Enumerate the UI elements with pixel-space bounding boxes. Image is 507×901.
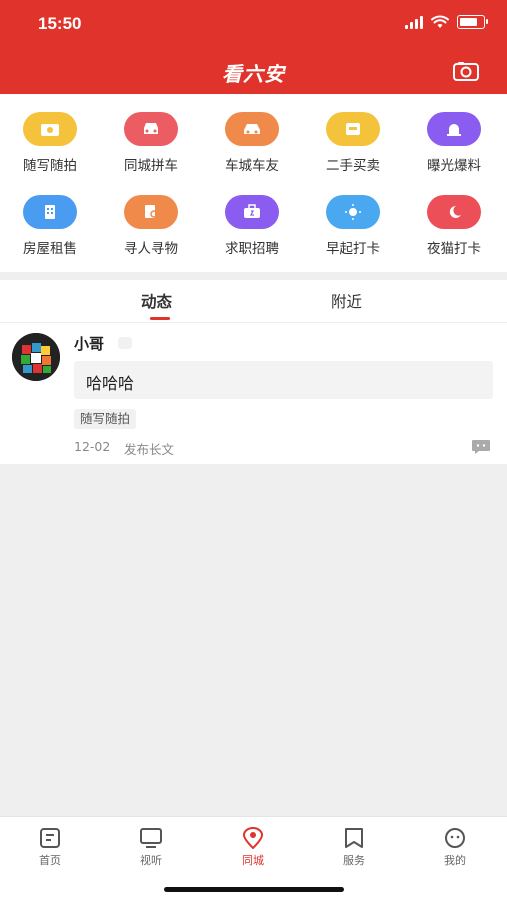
nav-label: 视听 — [140, 854, 162, 867]
tab-fujin[interactable]: 附近 — [331, 290, 362, 312]
nav-wode[interactable]: 我的 — [425, 827, 485, 868]
home-doc-icon — [40, 828, 60, 848]
category-label: 求职招聘 — [225, 241, 279, 257]
tab-active-indicator — [150, 317, 170, 320]
alarm-icon — [427, 112, 481, 146]
category-ershou-maimai[interactable]: 二手买卖 — [303, 112, 403, 174]
sun-icon — [326, 195, 380, 229]
category-label: 夜猫打卡 — [427, 241, 481, 257]
category-label: 房屋租售 — [23, 241, 77, 257]
nav-label: 首页 — [39, 854, 61, 867]
profile-face-icon — [445, 828, 465, 848]
category-xunren-xunwu[interactable]: 寻人寻物 — [101, 195, 201, 257]
nav-label: 服务 — [343, 854, 365, 867]
post-content: 哈哈哈 — [86, 374, 135, 393]
category-yemao-daka[interactable]: 夜猫打卡 — [404, 195, 504, 257]
category-label: 二手买卖 — [326, 158, 380, 174]
car-icon — [124, 112, 178, 146]
tab-dongtai[interactable]: 动态 — [141, 290, 172, 312]
moon-icon — [427, 195, 481, 229]
status-icons — [405, 15, 488, 29]
post-content-box[interactable]: 哈哈哈 — [74, 361, 493, 399]
avatar[interactable] — [12, 333, 60, 381]
post-card[interactable]: 小哥 哈哈哈 随写随拍 12-02 发布长文 — [0, 323, 507, 464]
category-baoguang-baoliao[interactable]: 曝光爆料 — [404, 112, 504, 174]
post-action-text: 发布长文 — [124, 442, 175, 457]
category-label: 同城拼车 — [124, 158, 178, 174]
category-suixie-suipai[interactable]: 随写随拍 — [0, 112, 100, 174]
signal-icon — [405, 15, 423, 29]
status-time: 15:50 — [38, 14, 82, 33]
category-tongcheng-pinche[interactable]: 同城拼车 — [101, 112, 201, 174]
nav-label: 同城 — [242, 854, 264, 867]
user-level-badge — [118, 337, 132, 349]
category-zaoqi-daka[interactable]: 早起打卡 — [303, 195, 403, 257]
category-label: 寻人寻物 — [124, 241, 178, 257]
category-fangwu-zushou[interactable]: 房屋租售 — [0, 195, 100, 257]
bookmark-icon — [345, 828, 363, 848]
category-qiuzhi-zhaopin[interactable]: 求职招聘 — [202, 195, 302, 257]
app-header: 看六安 — [0, 48, 507, 94]
home-indicator[interactable] — [164, 887, 344, 892]
category-checheng-cheyou[interactable]: 车城车友 — [202, 112, 302, 174]
nav-fuwu[interactable]: 服务 — [324, 827, 384, 868]
camera-icon — [23, 112, 77, 146]
post-date: 12-02 — [74, 439, 111, 454]
app-title: 看六安 — [222, 62, 285, 86]
location-icon — [242, 827, 264, 849]
nav-label: 我的 — [444, 854, 466, 867]
category-label: 车城车友 — [225, 158, 279, 174]
nav-home[interactable]: 首页 — [20, 827, 80, 868]
wifi-icon — [431, 15, 449, 28]
category-label: 早起打卡 — [326, 241, 380, 257]
nav-tongcheng[interactable]: 同城 — [223, 827, 283, 868]
feed-tabs: 动态 附近 — [0, 280, 507, 323]
category-grid: 随写随拍 同城拼车 车城车友 二手买卖 曝光爆料 房屋租售 寻人寻物 求职招聘 … — [0, 94, 507, 272]
status-bar: 15:50 — [0, 0, 507, 48]
comment-icon[interactable] — [471, 439, 491, 455]
car-icon — [225, 112, 279, 146]
battery-icon — [457, 15, 488, 29]
post-username[interactable]: 小哥 — [74, 333, 104, 354]
shop-icon — [326, 112, 380, 146]
building-icon — [23, 195, 77, 229]
briefcase-icon — [225, 195, 279, 229]
tv-icon — [140, 828, 162, 848]
nav-shiting[interactable]: 视听 — [121, 827, 181, 868]
camera-icon[interactable] — [453, 61, 479, 81]
category-label: 曝光爆料 — [427, 158, 481, 174]
post-category-tag[interactable]: 随写随拍 — [74, 409, 137, 429]
search-doc-icon — [124, 195, 178, 229]
category-label: 随写随拍 — [23, 158, 77, 174]
